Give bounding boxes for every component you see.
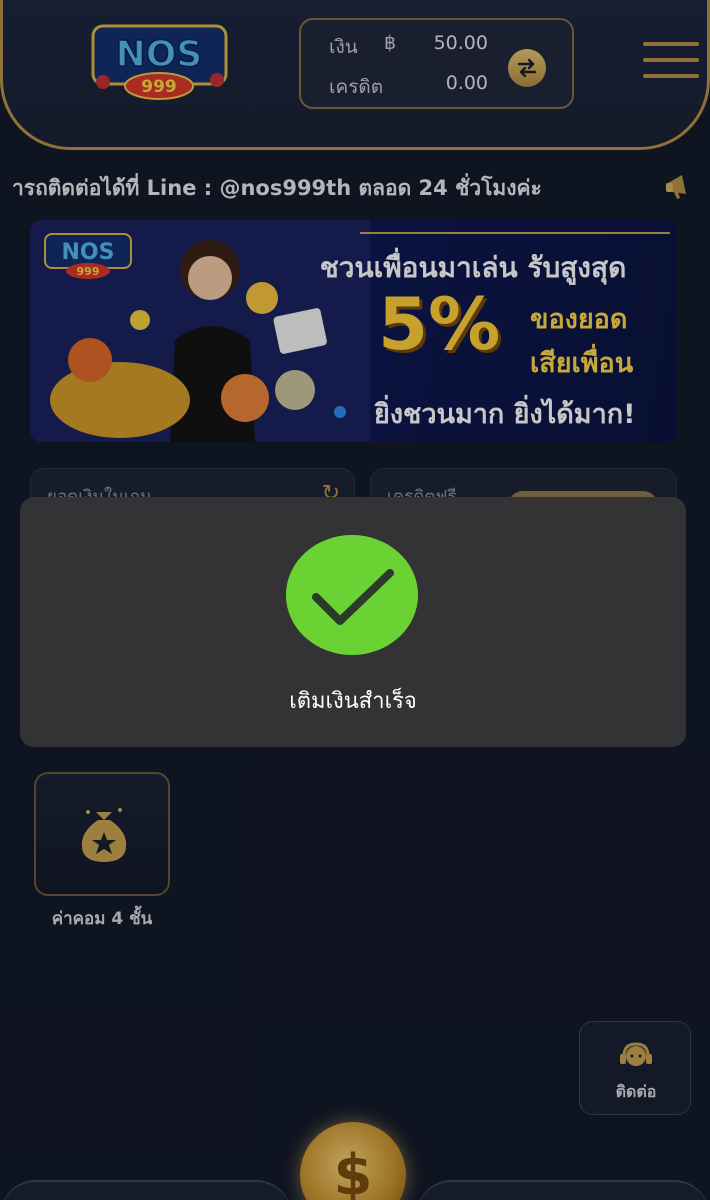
check-icon xyxy=(286,535,418,655)
success-toast: เติมเงินสำเร็จ xyxy=(20,497,686,747)
toast-message: เติมเงินสำเร็จ xyxy=(289,689,417,714)
